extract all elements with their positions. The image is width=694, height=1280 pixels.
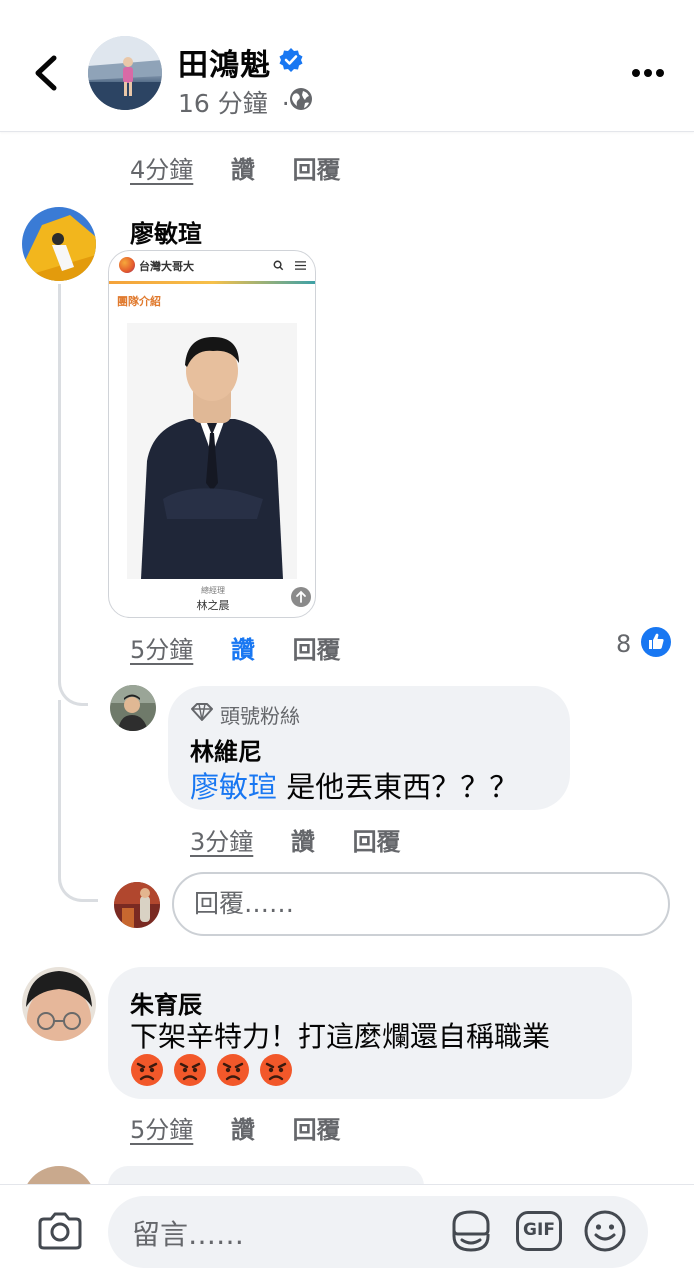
reply-author[interactable]: 林維尼 bbox=[190, 732, 262, 767]
chevron-left-icon[interactable] bbox=[26, 50, 66, 96]
comment-author[interactable]: 廖敏瑄 bbox=[130, 214, 202, 249]
current-user-avatar bbox=[114, 882, 160, 928]
reply-body: 是他丟東西？？？ bbox=[277, 770, 519, 804]
like-button[interactable]: 讚 bbox=[231, 636, 255, 664]
thread-line bbox=[58, 284, 88, 706]
reply-button[interactable]: 回覆 bbox=[353, 828, 401, 856]
site-logo bbox=[119, 257, 135, 273]
comment-time[interactable]: 5分鐘 bbox=[130, 636, 193, 664]
emoji-row bbox=[130, 1053, 302, 1087]
reply-button[interactable]: 回覆 bbox=[293, 636, 341, 664]
angry-face-emoji bbox=[260, 1054, 292, 1086]
reply-button[interactable]: 回覆 bbox=[293, 1116, 341, 1144]
smiley-icon[interactable] bbox=[582, 1208, 628, 1254]
comment-placeholder: 留言…… bbox=[132, 1218, 245, 1251]
verified-badge-icon bbox=[279, 48, 303, 72]
like-button[interactable]: 讚 bbox=[291, 828, 315, 856]
comment-text: 下架辛特力！打這麼爛還自稱職業 bbox=[130, 1020, 551, 1053]
comment-time[interactable]: 3分鐘 bbox=[190, 828, 253, 856]
like-button[interactable]: 讚 bbox=[231, 1116, 255, 1144]
post-meta: 16 分鐘 · bbox=[178, 84, 290, 120]
comment-time[interactable]: 5分鐘 bbox=[130, 1116, 193, 1144]
fan-badge: 頭號粉絲 bbox=[220, 704, 300, 728]
gif-label: GIF bbox=[523, 1220, 555, 1240]
post-time[interactable]: 16 分鐘 bbox=[178, 89, 268, 118]
reply-text: 廖敏瑄 是他丟東西？？？ bbox=[190, 764, 518, 806]
commenter-avatar[interactable] bbox=[22, 207, 96, 281]
comment-bubble: 朱育辰 下架辛特力！打這麼爛還自稱職業 bbox=[108, 967, 632, 1099]
person-role: 總經理 bbox=[201, 586, 225, 595]
menu-icon bbox=[295, 261, 306, 270]
author-avatar[interactable] bbox=[88, 36, 162, 110]
post-header: 田鴻魁 16 分鐘 · bbox=[0, 0, 694, 132]
gif-icon[interactable]: GIF bbox=[516, 1211, 562, 1251]
more-icon[interactable] bbox=[628, 60, 668, 86]
replier-avatar[interactable] bbox=[110, 685, 156, 731]
site-header: 台灣大哥大 bbox=[109, 251, 315, 281]
like-button[interactable]: 讚 bbox=[231, 156, 255, 184]
person-name: 林之晨 bbox=[196, 599, 230, 612]
globe-icon bbox=[290, 88, 312, 110]
commenter-avatar[interactable] bbox=[22, 967, 96, 1041]
search-icon bbox=[273, 260, 284, 271]
camera-icon[interactable] bbox=[36, 1210, 84, 1252]
comment-image[interactable]: 台灣大哥大 團隊介紹 總經理 林之晨 bbox=[108, 250, 316, 618]
thumbs-up-icon bbox=[641, 627, 671, 657]
sticker-icon[interactable] bbox=[448, 1208, 494, 1254]
site-name: 台灣大哥大 bbox=[139, 260, 194, 273]
reaction-count: 8 bbox=[616, 630, 632, 658]
diamond-icon bbox=[191, 703, 213, 721]
author-name[interactable]: 田鴻魁 bbox=[178, 40, 271, 84]
angry-face-emoji bbox=[131, 1054, 163, 1086]
reply-input[interactable]: 回覆…… bbox=[172, 872, 670, 936]
reply-button[interactable]: 回覆 bbox=[293, 156, 341, 184]
section-title: 團隊介紹 bbox=[117, 295, 161, 308]
reply-bubble: 頭號粉絲 林維尼 廖敏瑄 是他丟東西？？？ bbox=[168, 686, 570, 810]
angry-face-emoji bbox=[217, 1054, 249, 1086]
prev-comment-actions: 4分鐘 讚 回覆 bbox=[130, 150, 371, 185]
angry-face-emoji bbox=[174, 1054, 206, 1086]
mention-link[interactable]: 廖敏瑄 bbox=[190, 770, 277, 804]
comment-actions: 5分鐘 讚 回覆 bbox=[130, 1110, 371, 1145]
comment-actions: 5分鐘 讚 回覆 bbox=[130, 630, 371, 665]
thread-line bbox=[58, 700, 98, 902]
scroll-top-button bbox=[291, 587, 311, 607]
comment-time[interactable]: 4分鐘 bbox=[130, 156, 193, 184]
person-photo bbox=[127, 323, 297, 579]
site-divider bbox=[109, 281, 315, 284]
reply-actions: 3分鐘 讚 回覆 bbox=[190, 822, 431, 857]
